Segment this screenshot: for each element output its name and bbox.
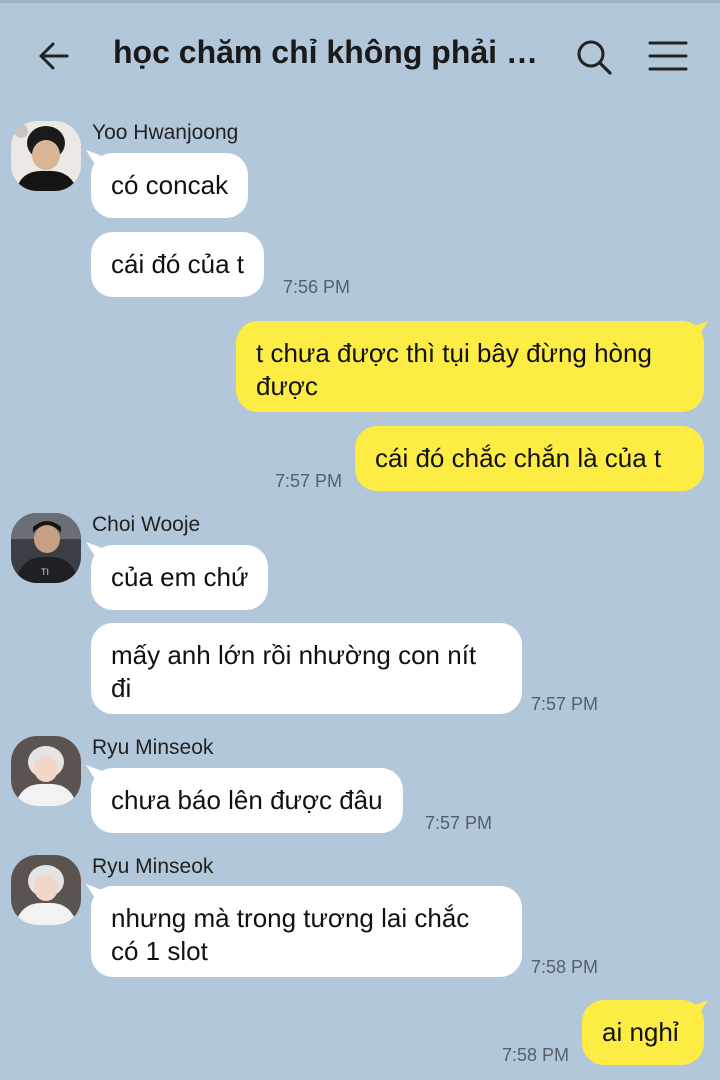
message-bubble[interactable]: có concak xyxy=(91,153,249,218)
menu-button[interactable] xyxy=(645,36,691,76)
message-bubble[interactable]: cái đó chắc chắn là của t xyxy=(355,426,704,491)
chat-title: học chăm chỉ không phải v... xyxy=(113,34,543,70)
message-time: 7:57 PM xyxy=(275,471,343,491)
message-bubble[interactable]: chưa báo lên được đâu xyxy=(91,768,403,833)
message-bubble[interactable]: mấy anh lớn rồi nhường con nít đi xyxy=(91,623,522,714)
avatar[interactable]: TI xyxy=(11,513,81,583)
message-line: t chưa được thì tụi bây đừng hòng xyxy=(256,338,652,368)
svg-text:TI: TI xyxy=(41,567,49,577)
message-line: được xyxy=(256,371,318,401)
sender-name: Ryu Minseok xyxy=(92,736,214,759)
chat-header: học chăm chỉ không phải v... xyxy=(0,0,720,110)
sender-name: Choi Wooje xyxy=(92,513,201,536)
message-line: nhưng mà trong tương lai chắc xyxy=(111,903,470,933)
message-time: 7:56 PM xyxy=(283,277,351,297)
message-line: đi xyxy=(111,673,132,703)
message-time: 7:57 PM xyxy=(531,694,599,714)
message-time: 7:57 PM xyxy=(425,813,493,833)
message-bubble[interactable]: nhưng mà trong tương lai chắc có 1 slot xyxy=(91,886,522,977)
bubble-tail xyxy=(692,1000,708,1016)
avatar[interactable] xyxy=(11,855,81,925)
message-bubble[interactable]: của em chứ xyxy=(91,545,269,610)
search-icon xyxy=(577,40,612,75)
arrow-left-icon xyxy=(39,42,69,70)
message-time: 7:58 PM xyxy=(502,1045,570,1065)
message-time: 7:58 PM xyxy=(531,957,599,977)
avatar[interactable] xyxy=(11,736,81,806)
search-button[interactable] xyxy=(572,35,616,79)
bubble-tail xyxy=(692,321,708,337)
message-line: có 1 slot xyxy=(111,936,208,966)
message-bubble[interactable]: cái đó của t xyxy=(91,232,264,297)
message-bubble[interactable]: t chưa được thì tụi bây đừng hòng được xyxy=(236,321,704,412)
avatar[interactable] xyxy=(11,121,81,191)
sender-name: Yoo Hwanjoong xyxy=(92,121,239,144)
message-line: mấy anh lớn rồi nhường con nít xyxy=(111,640,477,670)
hamburger-menu-icon xyxy=(648,41,688,71)
message-bubble[interactable]: ai nghỉ xyxy=(582,1000,704,1065)
back-button[interactable] xyxy=(34,36,74,76)
sender-name: Ryu Minseok xyxy=(92,855,214,878)
